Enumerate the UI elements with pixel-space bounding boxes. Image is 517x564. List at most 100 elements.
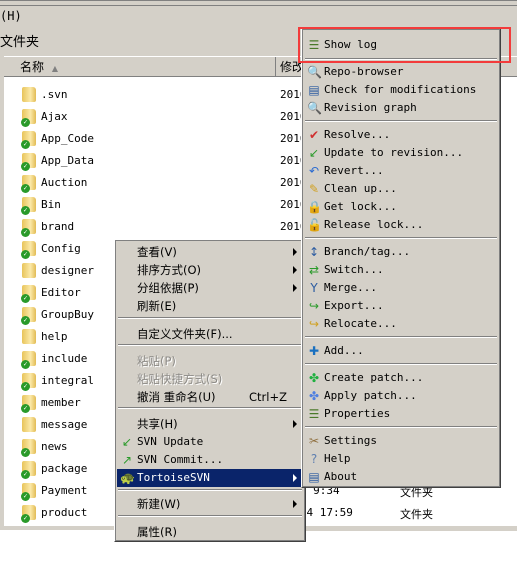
settings-icon: ✂ bbox=[308, 434, 320, 448]
menu-item-resolve[interactable]: ✔ Resolve... bbox=[304, 126, 498, 144]
menu-item-label: About bbox=[324, 470, 358, 483]
menu-separator bbox=[305, 363, 497, 365]
svn-normal-overlay-icon: ✓ bbox=[21, 140, 30, 149]
switch-icon: ⇄ bbox=[308, 263, 320, 277]
file-name: brand bbox=[41, 220, 75, 233]
file-name: Payment bbox=[41, 484, 88, 497]
menu-item-tortoisesvn[interactable]: 🐢 TortoiseSVN bbox=[117, 469, 303, 487]
menu-item-item-11[interactable]: 共享(H) bbox=[117, 415, 303, 433]
menu-item-label: SVN Update bbox=[137, 435, 204, 448]
column-name[interactable]: 名称 ▲ bbox=[4, 57, 276, 77]
menu-item-label: Add... bbox=[324, 344, 364, 357]
menu-item-label: 新建(W) bbox=[137, 497, 181, 511]
menu-item-item-2[interactable]: 分组依据(P) bbox=[117, 279, 303, 297]
menu-item-svn-update[interactable]: ↙ SVN Update bbox=[117, 433, 303, 451]
file-name: member bbox=[41, 396, 81, 409]
file-name: designer bbox=[41, 264, 94, 277]
menu-item-merge[interactable]: Y Merge... bbox=[304, 279, 498, 297]
menu-item-check-modifications[interactable]: ▤ Check for modifications bbox=[304, 81, 498, 99]
menu-item-label: Help bbox=[324, 452, 351, 465]
menu-item-branch[interactable]: ↕ Branch/tag... bbox=[304, 243, 498, 261]
file-name: .svn bbox=[41, 88, 68, 101]
file-name: package bbox=[41, 462, 88, 475]
menu-item-label: 属性(R) bbox=[137, 525, 177, 539]
menu-item-label: Branch/tag... bbox=[324, 245, 411, 258]
menu-item-relocate[interactable]: ↪ Relocate... bbox=[304, 315, 498, 333]
svn-normal-overlay-icon: ✓ bbox=[21, 448, 30, 457]
menu-item-label: Revert... bbox=[324, 164, 384, 177]
file-name: Config bbox=[41, 242, 81, 255]
file-name: Bin bbox=[41, 198, 61, 211]
menu-item-settings[interactable]: ✂ Settings bbox=[304, 432, 498, 450]
menu-item-revert[interactable]: ↶ Revert... bbox=[304, 162, 498, 180]
svn-normal-overlay-icon: ✓ bbox=[21, 382, 30, 391]
svn-commit-icon: ↗ bbox=[121, 453, 133, 467]
annotation-highlight-box bbox=[298, 27, 511, 63]
export-icon: ↪ bbox=[308, 299, 320, 313]
context-menu: 查看(V) 排序方式(O) 分组依据(P) 刷新(E) 自定义文件夹(F)... 粘贴(P… bbox=[114, 239, 306, 542]
menu-item-label: Clean up... bbox=[324, 182, 397, 195]
cleanup-icon: ✎ bbox=[308, 182, 320, 196]
menu-item-label: Get lock... bbox=[324, 200, 397, 213]
file-name: App_Data bbox=[41, 154, 94, 167]
menu-item-item-9[interactable]: 撤消 重命名(U) Ctrl+Z bbox=[117, 388, 303, 406]
menu-item-item-18[interactable]: 属性(R) bbox=[117, 523, 303, 541]
column-name-label: 名称 bbox=[20, 60, 45, 74]
add-icon: ✚ bbox=[308, 344, 320, 358]
menu-item-switch[interactable]: ⇄ Switch... bbox=[304, 261, 498, 279]
menu-item-svn-commit[interactable]: ↗ SVN Commit... bbox=[117, 451, 303, 469]
tortoisesvn-submenu: ☰ Show log 🔍 Repo-browser ▤ Check for modific… bbox=[301, 28, 501, 488]
menu-item-item-3[interactable]: 刷新(E) bbox=[117, 297, 303, 315]
folder-label: 文件夹 bbox=[0, 35, 40, 50]
menu-item-label: Switch... bbox=[324, 263, 384, 276]
menu-item-update-revision[interactable]: ↙ Update to revision... bbox=[304, 144, 498, 162]
check-modifications-icon: ▤ bbox=[308, 83, 320, 97]
menu-item-label: 查看(V) bbox=[137, 245, 177, 259]
menu-item-cleanup[interactable]: ✎ Clean up... bbox=[304, 180, 498, 198]
menu-item-create-patch[interactable]: ✤ Create patch... bbox=[304, 369, 498, 387]
menu-item-label: 分组依据(P) bbox=[137, 281, 199, 295]
menu-item-label: Merge... bbox=[324, 281, 377, 294]
menu-item-shortcut: Ctrl+Z bbox=[249, 390, 287, 404]
menu-item-label: 排序方式(O) bbox=[137, 263, 202, 277]
menu-item-unlock[interactable]: 🔓 Release lock... bbox=[304, 216, 498, 234]
menu-item-export[interactable]: ↪ Export... bbox=[304, 297, 498, 315]
menu-item-item-5[interactable]: 自定义文件夹(F)... bbox=[117, 325, 303, 343]
menu-item-add[interactable]: ✚ Add... bbox=[304, 342, 498, 360]
submenu-arrow-icon bbox=[293, 266, 297, 274]
menu-item-apply-patch[interactable]: ✤ Apply patch... bbox=[304, 387, 498, 405]
menu-item-repo-browser[interactable]: 🔍 Repo-browser bbox=[304, 63, 498, 81]
menu-help-fragment[interactable]: (H) bbox=[0, 9, 22, 23]
folder-icon bbox=[22, 329, 36, 344]
menu-item-properties[interactable]: ☰ Properties bbox=[304, 405, 498, 423]
menu-item-label: Apply patch... bbox=[324, 389, 417, 402]
menu-item-help[interactable]: ? Help bbox=[304, 450, 498, 468]
menu-item-label: 刷新(E) bbox=[137, 299, 177, 313]
menu-separator bbox=[305, 237, 497, 239]
svn-normal-overlay-icon: ✓ bbox=[21, 294, 30, 303]
svn-update-icon: ↙ bbox=[121, 435, 133, 449]
branch-icon: ↕ bbox=[308, 245, 320, 259]
menu-item-item-16[interactable]: 新建(W) bbox=[117, 495, 303, 513]
menu-item-label: 粘贴(P) bbox=[137, 354, 176, 368]
svn-normal-overlay-icon: ✓ bbox=[21, 470, 30, 479]
menu-separator bbox=[118, 515, 302, 517]
menu-item-item-1[interactable]: 排序方式(O) bbox=[117, 261, 303, 279]
file-name: include bbox=[41, 352, 88, 365]
menu-item-label: Export... bbox=[324, 299, 384, 312]
submenu-arrow-icon bbox=[293, 284, 297, 292]
help-icon: ? bbox=[310, 452, 318, 466]
revision-graph-icon: 🔍 bbox=[307, 101, 322, 115]
submenu-arrow-icon bbox=[293, 500, 297, 508]
relocate-icon: ↪ bbox=[308, 317, 320, 331]
submenu-arrow-icon bbox=[293, 474, 297, 482]
menu-item-lock[interactable]: 🔒 Get lock... bbox=[304, 198, 498, 216]
file-name: product bbox=[41, 506, 88, 519]
file-name: Editor bbox=[41, 286, 81, 299]
menu-separator bbox=[305, 120, 497, 122]
folder-icon bbox=[22, 263, 36, 278]
menu-item-revision-graph[interactable]: 🔍 Revision graph bbox=[304, 99, 498, 117]
menu-item-about[interactable]: ▤ About bbox=[304, 468, 498, 486]
menu-item-item-0[interactable]: 查看(V) bbox=[117, 243, 303, 261]
submenu-arrow-icon bbox=[293, 248, 297, 256]
